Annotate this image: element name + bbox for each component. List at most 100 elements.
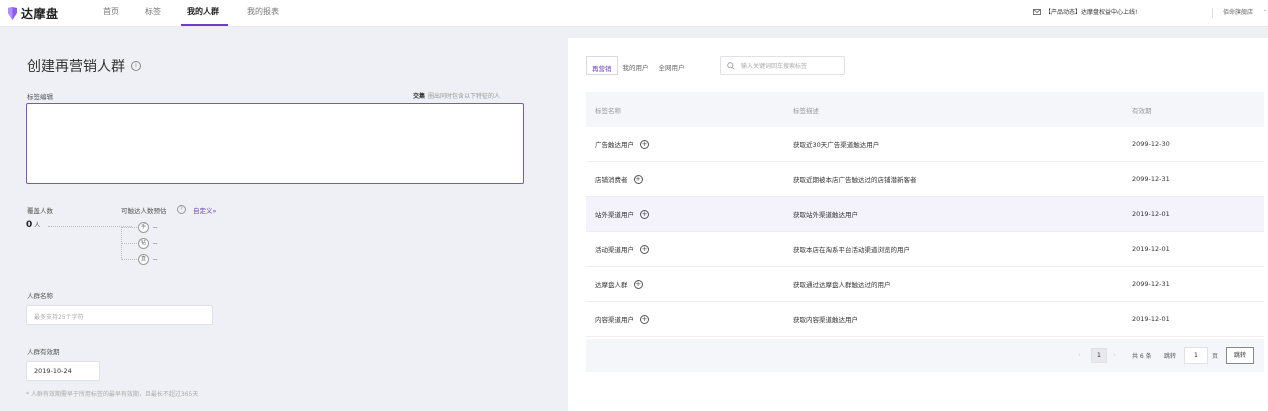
page-current[interactable]: 1 <box>1091 348 1107 363</box>
notice-text: 【产品动态】达摩盘权益中心上线! <box>1045 9 1138 16</box>
tag-name: 店铺消费者 <box>595 176 628 184</box>
cover-count: 0人 <box>26 220 40 230</box>
tag-editor-area[interactable] <box>26 103 524 184</box>
plus-circle-icon[interactable]: + <box>640 314 649 324</box>
tag-selector-panel: 再营销 我的用户 全网用户 输入关键词回车搜索标签 标签名称 标签描述 有效期 … <box>568 38 1268 411</box>
tag-name: 广告触达用户 <box>595 141 634 149</box>
expiry-label: 人群有效期 <box>27 348 60 356</box>
tab-my-users[interactable]: 我的用户 <box>618 56 654 75</box>
reach-value: -- <box>153 224 158 231</box>
cover-unit: 人 <box>34 222 41 229</box>
cover-label: 覆盖人数 <box>27 207 53 215</box>
tag-edit-label: 标签编辑 <box>27 93 53 101</box>
cell-name: 达摩盘人群 + <box>586 279 784 289</box>
tag-tabs: 再营销 我的用户 全网用户 <box>586 56 690 75</box>
top-nav-bar: 达摩盘 首页 标签 我的人群 我的报表 【产品动态】达摩盘权益中心上线! 佰命旗… <box>0 0 1268 27</box>
tag-name: 内容渠道用户 <box>595 316 634 324</box>
tab-all-users[interactable]: 全网用户 <box>654 56 690 75</box>
intersect-desc: 圈出同时包含以下特征的人 <box>428 93 501 100</box>
tag-name: 达摩盘人群 <box>595 281 628 289</box>
table-header: 标签名称 标签描述 有效期 <box>586 92 1264 127</box>
cell-name: 店铺消费者 + <box>586 174 784 184</box>
col-header: 有效期 <box>1132 106 1152 115</box>
audience-name-input[interactable]: 最多支持25个字符 <box>26 305 213 325</box>
connector-branch <box>121 259 137 260</box>
logo[interactable]: 达摩盘 <box>7 5 59 22</box>
product-notice[interactable]: 【产品动态】达摩盘权益中心上线! <box>1033 7 1137 16</box>
tag-table: 标签名称 标签描述 有效期 广告触达用户 + 获取近30天广告渠道触达用户 209… <box>586 92 1264 337</box>
cell-name: 站外渠道用户 + <box>586 209 784 219</box>
cover-value: 0 <box>26 220 33 230</box>
tag-desc: 获取内容渠道触达用户 <box>793 316 858 324</box>
direct-channel-icon: 直 <box>138 254 149 265</box>
intersect-hint: 交集 圈出同时包含以下特征的人 <box>413 91 500 100</box>
expiry-hint: * 人群有效期需早于所用标签的最早有效期，且最长不超过365天 <box>26 391 199 398</box>
help-icon[interactable]: ? <box>177 205 186 214</box>
envelope-icon <box>1033 8 1041 15</box>
tag-desc: 获取本店在淘系平台活动渠道浏览的用户 <box>793 246 910 254</box>
goto-label: 跳转 <box>1164 353 1177 360</box>
total-count: 共 6 条 <box>1132 353 1152 360</box>
tag-name: 活动渠道用户 <box>595 246 634 254</box>
chevron-down-icon[interactable]: ⌄ <box>1263 7 1267 13</box>
tag-desc: 获取近30天广告渠道触达用户 <box>793 141 880 149</box>
table-row[interactable]: 达摩盘人群 + 获取通过达摩盘人群触达过的用户 2099-12-31 <box>586 267 1264 302</box>
store-name[interactable]: 佰命旗舰店 <box>1223 7 1253 16</box>
col-header: 标签名称 <box>595 106 621 115</box>
tag-date: 2099-12-31 <box>1132 280 1170 288</box>
pagination: ‹ 1 › 共 6 条 跳转 1 页 跳转 <box>586 339 1264 372</box>
table-row[interactable]: 活动渠道用户 + 获取本店在淘系平台活动渠道浏览的用户 2019-12-01 <box>586 232 1264 267</box>
custom-link[interactable]: 自定义» <box>193 205 216 215</box>
page-unit: 页 <box>1212 353 1219 360</box>
nav-my-reports[interactable]: 我的报表 <box>247 6 279 17</box>
tag-desc: 获取站外渠道触达用户 <box>793 211 858 219</box>
prev-page-icon[interactable]: ‹ <box>1078 351 1081 359</box>
tag-date: 2019-12-01 <box>1132 210 1170 218</box>
nav-tags[interactable]: 标签 <box>145 6 161 17</box>
mobile-channel-icon: 手 <box>138 222 149 233</box>
jump-button[interactable]: 跳转 <box>1226 347 1254 364</box>
page-title-text: 创建再营销人群 <box>27 59 125 75</box>
reach-value: -- <box>153 240 158 247</box>
logo-gem-icon <box>8 7 17 20</box>
page-number-input[interactable]: 1 <box>1184 347 1208 364</box>
cell-name: 内容渠道用户 + <box>586 314 784 324</box>
search-placeholder: 输入关键词回车搜索标签 <box>741 63 808 70</box>
cell-name: 活动渠道用户 + <box>586 244 784 254</box>
nav-home[interactable]: 首页 <box>103 6 119 17</box>
plus-circle-icon[interactable]: + <box>633 279 643 289</box>
audience-name-label: 人群名称 <box>27 292 53 300</box>
tag-search-input[interactable]: 输入关键词回车搜索标签 <box>720 56 845 75</box>
table-row[interactable]: 内容渠道用户 + 获取内容渠道触达用户 2019-12-01 <box>586 302 1264 337</box>
connector-branch <box>121 243 137 244</box>
plus-circle-icon[interactable]: + <box>640 139 649 149</box>
tag-date: 2019-12-01 <box>1132 245 1170 253</box>
connector-branch <box>121 227 137 228</box>
table-row[interactable]: 站外渠道用户 + 获取站外渠道触达用户 2019-12-01 <box>586 197 1264 232</box>
table-row[interactable]: 店铺消费者 + 获取近期被本店广告触达过的店铺潜新客者 2099-12-31 <box>586 162 1264 197</box>
expiry-date-picker[interactable]: 2019-10-24 <box>26 361 100 381</box>
tab-remarketing[interactable]: 再营销 <box>586 56 618 75</box>
info-icon[interactable]: i <box>131 61 141 71</box>
next-page-icon[interactable]: › <box>1113 351 1116 359</box>
plus-circle-icon[interactable]: + <box>640 209 649 219</box>
tag-date: 2099-12-30 <box>1132 140 1170 148</box>
tag-desc: 获取近期被本店广告触达过的店铺潜新客者 <box>793 176 917 184</box>
nav-my-audiences[interactable]: 我的人群 <box>187 6 219 17</box>
connector-line <box>48 226 132 227</box>
diamond-channel-icon: 钻 <box>138 238 149 249</box>
plus-circle-icon[interactable]: + <box>633 174 643 184</box>
col-header: 标签描述 <box>793 106 819 115</box>
cell-name: 广告触达用户 + <box>586 139 784 149</box>
logo-text: 达摩盘 <box>21 7 59 21</box>
plus-circle-icon[interactable]: + <box>640 244 649 254</box>
tag-name: 站外渠道用户 <box>595 211 634 219</box>
page-title: 创建再营销人群 i <box>27 56 141 76</box>
search-icon <box>727 61 735 70</box>
divider <box>1212 8 1213 18</box>
tag-date: 2099-12-31 <box>1132 175 1170 183</box>
reach-label: 可触达人数预估 <box>121 207 167 215</box>
table-row[interactable]: 广告触达用户 + 获取近30天广告渠道触达用户 2099-12-30 <box>586 127 1264 162</box>
tag-date: 2019-12-01 <box>1132 315 1170 323</box>
nav-active-indicator <box>181 24 228 26</box>
